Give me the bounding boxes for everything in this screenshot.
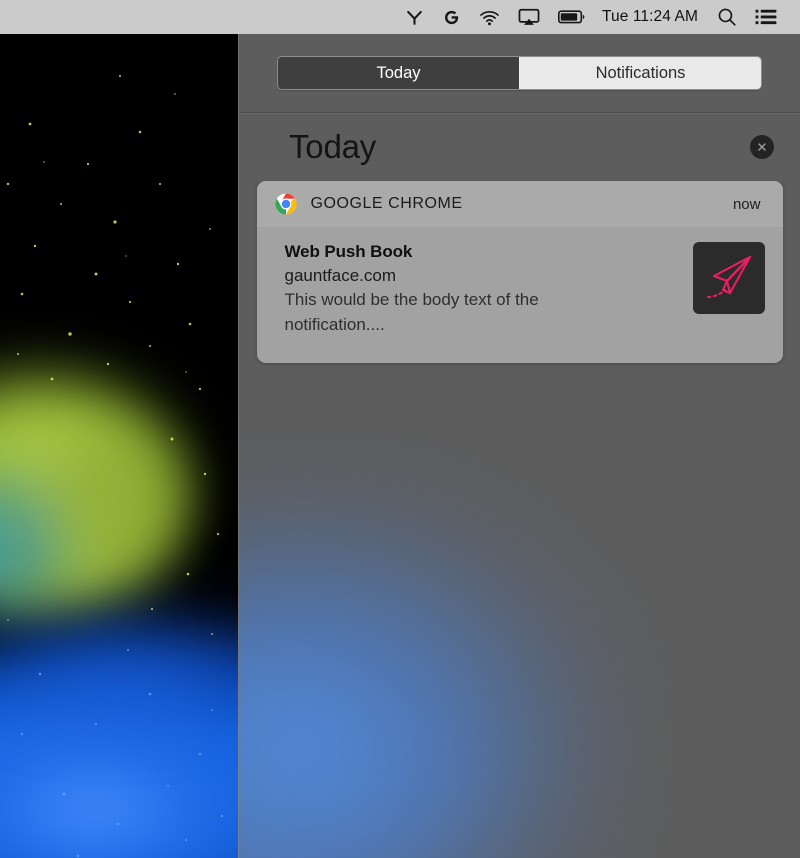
paper-plane-icon <box>706 255 751 299</box>
notification-timestamp: now <box>732 195 761 213</box>
notification-subtitle: gauntface.com <box>284 266 397 286</box>
menu-bar-clock[interactable]: Tue 11:24 AM <box>594 8 708 26</box>
notification-card[interactable]: GOOGLE CHROME now Web Push Book gauntfac… <box>256 181 783 363</box>
screen: Today Notifications Today GOOGLE CHROME … <box>0 0 800 858</box>
notification-app-name: GOOGLE CHROME <box>310 195 463 212</box>
close-button[interactable] <box>750 135 774 159</box>
search-icon[interactable] <box>708 0 746 34</box>
tab-notifications[interactable]: Notifications <box>519 57 761 89</box>
notification-text-block: Web Push Book gauntface.com This would b… <box>285 240 693 337</box>
wifi-icon[interactable] <box>470 0 509 34</box>
notification-center-panel: Today Notifications Today GOOGLE CHROME … <box>238 34 800 858</box>
chrome-icon <box>274 193 297 215</box>
notification-card-header: GOOGLE CHROME now <box>256 181 783 227</box>
notification-center-icon[interactable] <box>746 0 786 34</box>
notification-center-content: Today Notifications Today GOOGLE CHROME … <box>239 34 800 858</box>
notification-body-text: This would be the body text of the notif… <box>284 290 539 334</box>
sidestep-fork-icon[interactable] <box>396 0 433 34</box>
tab-bar-container: Today Notifications <box>239 34 800 112</box>
close-icon <box>758 143 766 151</box>
today-section-header: Today <box>239 113 800 181</box>
tab-notifications-label: Notifications <box>595 63 686 82</box>
google-g-icon[interactable] <box>433 0 470 34</box>
page-title: Today <box>289 128 377 165</box>
menu-bar: Tue 11:24 AM <box>0 0 800 34</box>
battery-icon[interactable] <box>549 0 594 34</box>
airplay-icon[interactable] <box>509 0 549 34</box>
tab-today[interactable]: Today <box>278 57 519 89</box>
notification-card-body: Web Push Book gauntface.com This would b… <box>257 227 783 363</box>
notification-title: Web Push Book <box>284 242 413 261</box>
notification-image <box>692 242 765 314</box>
tab-today-label: Today <box>376 63 421 82</box>
segmented-tab-control[interactable]: Today Notifications <box>277 56 762 90</box>
